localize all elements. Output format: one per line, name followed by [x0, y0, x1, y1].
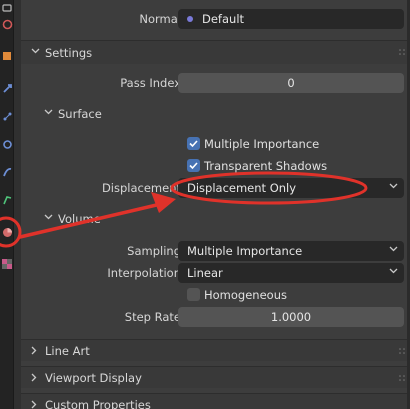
line-art-title: Line Art: [45, 344, 90, 358]
chevron-right-icon: [31, 346, 37, 355]
drag-handle-icon[interactable]: [398, 48, 406, 56]
pass-index-field[interactable]: 0: [178, 73, 404, 93]
normal-value: Default: [202, 12, 245, 26]
chevron-down-icon: [389, 183, 398, 189]
object-data-icon[interactable]: [1, 194, 13, 206]
properties-tab-bar: [0, 0, 14, 409]
pass-index-row: Pass Index 0: [21, 73, 410, 95]
step-rate-row: Step Rate 1.0000: [21, 307, 410, 329]
texture-icon[interactable]: [1, 258, 13, 270]
homogeneous-checkbox[interactable]: [187, 288, 200, 301]
material-dot-icon: [187, 16, 193, 22]
material-icon[interactable]: [1, 226, 13, 238]
displacement-row: Displacement Displacement Only: [21, 178, 410, 200]
interpolation-dropdown[interactable]: Linear: [178, 263, 404, 283]
displacement-label: Displacement: [101, 181, 181, 195]
custom-properties-title: Custom Properties: [45, 398, 151, 409]
line-art-panel-header[interactable]: Line Art: [21, 339, 410, 361]
chevron-right-icon: [31, 373, 37, 382]
multiple-importance-label: Multiple Importance: [204, 137, 320, 151]
multiple-importance-checkbox[interactable]: [187, 137, 200, 150]
step-rate-field[interactable]: 1.0000: [178, 307, 404, 327]
object-icon[interactable]: [1, 50, 13, 62]
homogeneous-label: Homogeneous: [204, 288, 287, 302]
viewport-display-title: Viewport Display: [45, 371, 142, 385]
sampling-dropdown[interactable]: Multiple Importance: [178, 241, 404, 261]
output-icon[interactable]: [1, 2, 13, 14]
particles-icon[interactable]: [1, 110, 13, 122]
transparent-shadows-label: Transparent Shadows: [204, 159, 328, 173]
surface-title: Surface: [58, 107, 102, 121]
sampling-row: Sampling Multiple Importance: [21, 241, 410, 263]
custom-properties-panel-header[interactable]: Custom Properties: [21, 393, 410, 409]
viewport-display-panel-header[interactable]: Viewport Display: [21, 366, 410, 388]
volume-title: Volume: [58, 212, 101, 226]
drag-handle-icon[interactable]: [398, 374, 406, 382]
chevron-down-icon: [389, 268, 398, 274]
settings-title: Settings: [45, 46, 93, 60]
interpolation-label: Interpolation: [107, 266, 181, 280]
settings-panel-header[interactable]: Settings: [21, 40, 410, 64]
sampling-value: Multiple Importance: [187, 244, 303, 258]
interpolation-row: Interpolation Linear: [21, 263, 410, 285]
step-rate-label: Step Rate: [124, 310, 181, 324]
displacement-dropdown[interactable]: Displacement Only: [178, 178, 404, 198]
chevron-down-icon: [44, 109, 53, 115]
normal-label: Normal: [139, 12, 181, 26]
checkmark-icon: [189, 162, 198, 170]
constraints-icon[interactable]: [1, 166, 13, 178]
surface-subpanel-header[interactable]: Surface: [21, 103, 410, 125]
normal-select[interactable]: Default: [178, 9, 404, 29]
pass-index-label: Pass Index: [120, 76, 181, 90]
view-layer-icon[interactable]: [1, 18, 13, 30]
volume-subpanel-header[interactable]: Volume: [21, 208, 410, 230]
checkmark-icon: [189, 140, 198, 148]
modifier-icon[interactable]: [1, 82, 13, 94]
chevron-down-icon: [389, 246, 398, 252]
normal-row: Normal Default: [21, 9, 410, 31]
displacement-value: Displacement Only: [187, 181, 297, 195]
sampling-label: Sampling: [127, 244, 181, 258]
interpolation-value: Linear: [187, 266, 223, 280]
physics-icon[interactable]: [1, 138, 13, 150]
properties-editor: Normal Default Settings Pass Index 0 Sur…: [21, 0, 410, 409]
chevron-right-icon: [31, 400, 37, 409]
transparent-shadows-checkbox[interactable]: [187, 159, 200, 172]
chevron-down-icon: [44, 214, 53, 220]
chevron-down-icon: [31, 48, 40, 54]
drag-handle-icon[interactable]: [398, 347, 406, 355]
